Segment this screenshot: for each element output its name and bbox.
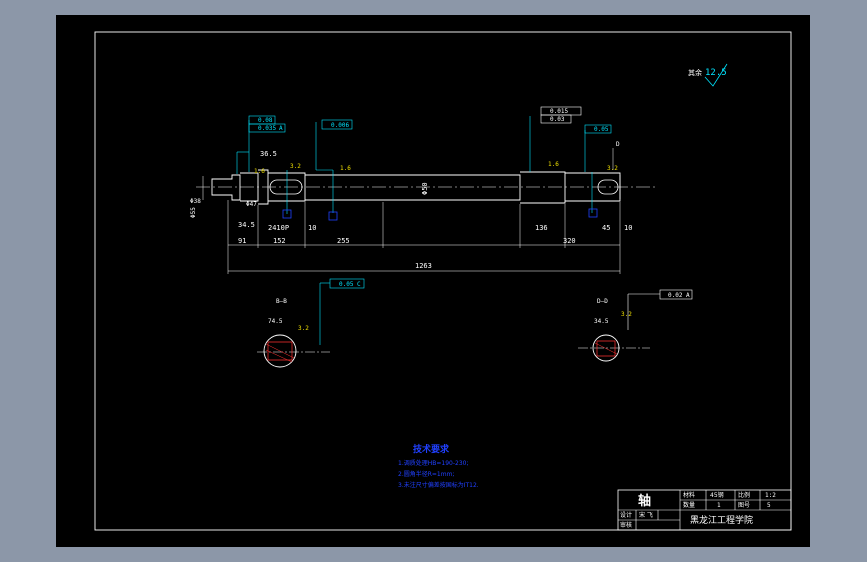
dim-10-right: 10 — [624, 224, 632, 232]
dim-10-left: 10 — [308, 224, 316, 232]
roughness-3: 1.6 — [340, 165, 351, 172]
section-b-label: B—B — [276, 298, 287, 305]
tech-req-item-2: 2.圆角半径R=1mm; — [398, 470, 454, 478]
tol-value-5: 0.03 — [550, 116, 565, 123]
drawing-canvas: 其余 12.5 91 152 10 255 136 320 45 10 1263… — [56, 15, 810, 547]
roughness-5: 3.2 — [607, 165, 618, 172]
design-label: 设计 — [620, 511, 632, 519]
scale-label: 比例 — [738, 491, 750, 499]
datum-d-label: D — [616, 141, 620, 148]
roughness-4: 1.6 — [548, 161, 559, 168]
material-value: 45钢 — [710, 491, 724, 499]
section-b-dim: 74.5 — [268, 318, 283, 325]
section-d-dim: 34.5 — [594, 318, 609, 325]
tech-req-item-3: 3.未注尺寸偏差按国标为IT12. — [398, 481, 479, 489]
part-name: 轴 — [638, 493, 651, 509]
dim-320: 320 — [563, 237, 576, 245]
tol-datum-1: A — [279, 125, 283, 132]
tol-value-3: 0.006 — [331, 122, 349, 129]
dim-phi38: Φ38 — [190, 198, 201, 205]
tech-req-item-1: 1.调质处理HB=190-230; — [398, 459, 468, 467]
qty-value: 1 — [717, 502, 721, 509]
tol-value-4: 0.015 — [550, 108, 568, 115]
section-d-roughness: 3.2 — [621, 311, 632, 318]
dim-34-5: 34.5 — [238, 221, 255, 229]
dim-36-5: 36.5 — [260, 150, 277, 158]
roughness-1: 1.6 — [254, 168, 265, 175]
dim-overall-length: 1263 — [415, 262, 432, 270]
dim-phi50: Φ50 — [421, 182, 429, 195]
dim-phi47: Φ47 — [246, 201, 257, 208]
tol-value-1: 0.08 — [258, 117, 273, 124]
qty-label: 数量 — [683, 501, 695, 509]
school-name: 黑龙江工程学院 — [690, 514, 753, 526]
dim-91: 91 — [238, 237, 246, 245]
designer-name: 宋 飞 — [639, 511, 653, 519]
material-label: 材料 — [683, 491, 695, 499]
tol-value-2: 0.035 — [258, 125, 276, 132]
dim-2410: 2410P — [268, 224, 289, 232]
review-label: 审核 — [620, 521, 632, 529]
section-b-tolerance: 0.05 — [339, 281, 354, 288]
dim-255: 255 — [337, 237, 350, 245]
dim-152: 152 — [273, 237, 286, 245]
section-d-label: D—D — [597, 298, 608, 305]
section-b-tol-datum: C — [357, 281, 361, 288]
section-d-tolerance: 0.02 — [668, 292, 683, 299]
roughness-2: 3.2 — [290, 163, 301, 170]
drawing-no-value: 5 — [767, 502, 771, 509]
dim-45: 45 — [602, 224, 610, 232]
surface-finish-label: 其余 — [688, 68, 702, 77]
drawing-sheet — [56, 15, 810, 547]
dim-phi55: Φ55 — [190, 207, 197, 218]
section-b-roughness: 3.2 — [298, 325, 309, 332]
drawing-no-label: 图号 — [738, 502, 750, 509]
tech-req-title: 技术要求 — [413, 443, 450, 455]
scale-value: 1:2 — [765, 492, 776, 499]
section-d-tol-datum: A — [686, 292, 690, 299]
dim-136: 136 — [535, 224, 548, 232]
tol-value-6: 0.05 — [594, 126, 609, 133]
